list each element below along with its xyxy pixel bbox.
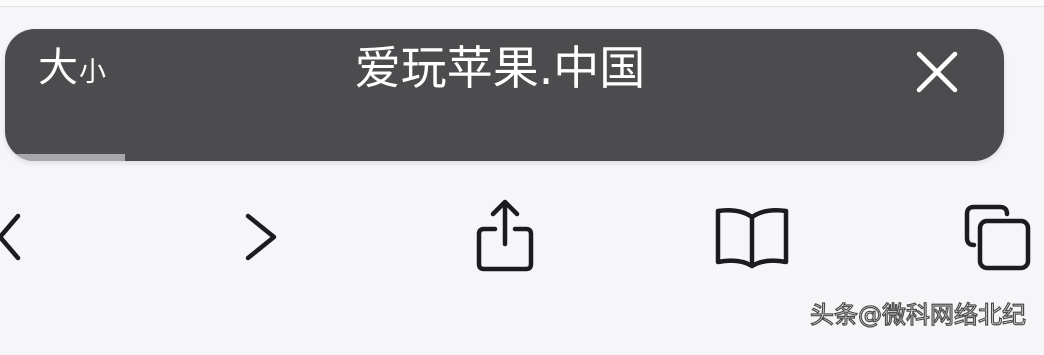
site-domain-title[interactable]: 爱玩苹果.中国 bbox=[200, 38, 800, 98]
chevron-right-icon[interactable] bbox=[236, 198, 286, 278]
page-load-progress-fill bbox=[5, 154, 125, 161]
tabs-icon[interactable] bbox=[962, 198, 1034, 278]
top-separator bbox=[0, 0, 1044, 7]
text-size-large-label: 大 bbox=[38, 45, 78, 91]
book-icon[interactable] bbox=[712, 198, 792, 278]
close-icon[interactable] bbox=[905, 44, 961, 100]
share-icon[interactable] bbox=[470, 198, 540, 278]
watermark-text: 头条@微科网络北纪 bbox=[809, 300, 1026, 329]
chevron-left-icon[interactable] bbox=[0, 198, 30, 278]
text-size-small-label: 小 bbox=[79, 57, 106, 88]
text-size-button[interactable]: 大 小 bbox=[38, 38, 106, 98]
page-load-progress-bar bbox=[5, 154, 1004, 161]
